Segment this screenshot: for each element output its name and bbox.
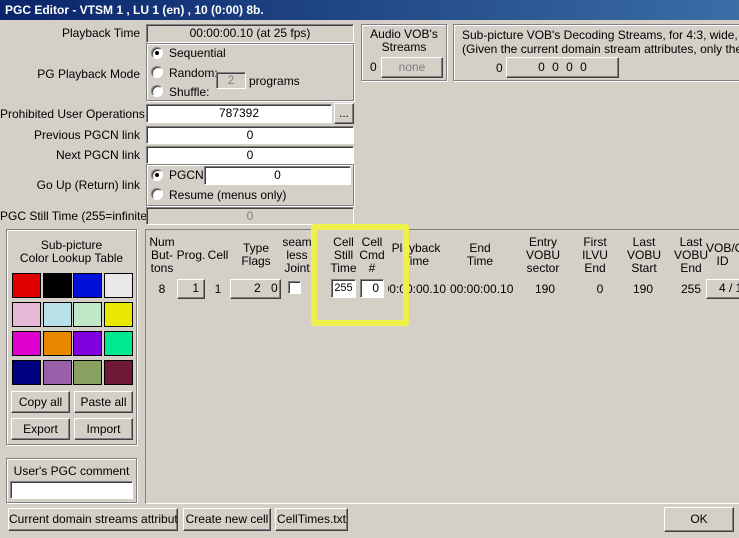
header-lstart-line3: Start [631, 261, 657, 275]
audio-streams-count: 0 [370, 60, 377, 74]
row-entry-vobu: 190 [534, 282, 556, 296]
current-domain-streams-attributes-button[interactable]: Current domain streams attributes [8, 508, 178, 531]
clut-color-swatch-8[interactable] [12, 331, 41, 356]
row-end-time: 00:00:00.10 [450, 282, 514, 296]
clut-color-swatch-9[interactable] [42, 331, 72, 356]
header-first-line3: End [584, 261, 606, 275]
prohibited-ops-field[interactable]: 787392 [146, 104, 332, 123]
programs-count-field[interactable]: 2 [216, 72, 246, 89]
clut-color-swatch-5[interactable] [42, 302, 72, 327]
next-pgcn-label: Next PGCN link [55, 148, 140, 162]
clut-color-swatch-6[interactable] [73, 302, 102, 327]
go-up-resume-radio[interactable] [151, 188, 163, 200]
previous-pgcn-field[interactable]: 0 [146, 126, 354, 144]
header-type-line2: Flags [241, 254, 271, 268]
subpicture-streams-description: Sub-picture VOB's Decoding Streams, for … [462, 28, 739, 56]
audio-streams-title-line2: Streams [381, 40, 427, 54]
clut-color-swatch-10[interactable] [73, 331, 102, 356]
clut-title-line2: Color Lookup Table [19, 251, 124, 265]
go-up-pgcn-label: PGCN [169, 168, 204, 182]
header-cell: Cell [207, 248, 229, 262]
subpicture-streams-count: 0 [496, 61, 503, 75]
subpicture-streams-button[interactable]: 0 0 0 0 [506, 57, 619, 78]
playback-time-field: 00:00:00.10 (at 25 fps) [146, 24, 354, 43]
go-up-resume-label: Resume (menus only) [169, 188, 287, 202]
row-last-vobu-start: 190 [632, 282, 654, 296]
prohibited-ops-label: Prohibited User Operations [0, 107, 145, 121]
row-seamless-checkbox[interactable] [288, 281, 301, 294]
highlight-box [311, 224, 409, 326]
row-vob-cell-id-button[interactable]: 4 / 1 [706, 279, 739, 299]
programs-label: programs [249, 74, 300, 88]
subpicture-description-line2: (Given the current domain stream attribu… [462, 42, 739, 56]
playback-time-label: Playback Time [61, 26, 140, 40]
header-last-vobu-start: Last VOBU Start [626, 236, 662, 275]
comment-label: User's PGC comment [13, 464, 130, 478]
celltimes-button[interactable]: CellTimes.txt [275, 508, 348, 531]
go-up-pgcn-field[interactable]: 0 [204, 166, 351, 185]
paste-all-button[interactable]: Paste all [74, 391, 133, 413]
header-entry-vobu: Entry VOBU sector [520, 236, 566, 275]
header-entry-line3: sector [526, 261, 560, 275]
row-type-flags-button[interactable]: 2 0 [230, 279, 281, 299]
row-type-flag-b: 0 [271, 281, 278, 295]
clut-color-swatch-4[interactable] [12, 302, 41, 327]
shuffle-radio[interactable] [151, 85, 163, 97]
clut-color-swatch-15[interactable] [103, 360, 133, 385]
header-first-ilvu: First ILVU End [577, 236, 613, 275]
clut-color-swatch-1[interactable] [42, 273, 72, 298]
header-seam-line3: Joint [284, 261, 310, 275]
clut-color-swatch-7[interactable] [103, 302, 133, 327]
header-vob-cell-id: VOB/CID [706, 242, 739, 268]
pgc-still-time-label: PGC Still Time (255=infinite) [0, 209, 152, 223]
subpicture-description-line1: Sub-picture VOB's Decoding Streams, for … [462, 28, 739, 42]
go-up-link-label: Go Up (Return) link [36, 178, 140, 192]
go-up-pgcn-radio[interactable] [151, 169, 163, 181]
clut-color-swatch-12[interactable] [12, 360, 41, 385]
sequential-label: Sequential [169, 46, 226, 60]
header-type-flags: Type Flags [236, 242, 276, 268]
row-prog-button[interactable]: 1 [177, 279, 205, 299]
row-first-ilvu: 0 [596, 282, 604, 296]
header-seamless-joint: seam less Joint [281, 236, 313, 275]
random-label: Random: [169, 66, 218, 80]
copy-all-button[interactable]: Copy all [11, 391, 70, 413]
window-title: PGC Editor - VTSM 1 , LU 1 (en) , 10 (0:… [5, 3, 264, 17]
comment-input[interactable] [10, 481, 133, 499]
random-radio[interactable] [151, 66, 163, 78]
header-last-vobu-end: Last VOBU End [673, 236, 709, 275]
clut-color-swatch-3[interactable] [103, 273, 133, 298]
header-vob-line2: ID [716, 254, 729, 268]
export-button[interactable]: Export [11, 418, 70, 440]
sequential-radio[interactable] [151, 47, 163, 59]
audio-streams-title: Audio VOB's Streams [361, 28, 447, 54]
row-type-flag-a: 2 [254, 281, 261, 295]
clut-color-swatch-14[interactable] [73, 360, 102, 385]
audio-streams-button[interactable]: none [381, 57, 443, 78]
shuffle-label: Shuffle: [169, 85, 210, 99]
import-button[interactable]: Import [74, 418, 133, 440]
ok-button[interactable]: OK [664, 507, 734, 532]
header-prog: Prog. [176, 248, 206, 262]
prohibited-ops-browse-button[interactable]: ... [334, 103, 354, 124]
pg-playback-mode-label: PG Playback Mode [37, 67, 140, 81]
row-num-buttons: 8 [158, 282, 166, 296]
clut-title: Sub-picture Color Lookup Table [6, 239, 137, 265]
clut-color-swatch-2[interactable] [73, 273, 102, 298]
row-cell: 1 [214, 282, 222, 296]
clut-color-swatch-0[interactable] [12, 273, 41, 298]
next-pgcn-field[interactable]: 0 [146, 146, 354, 164]
clut-color-swatch-11[interactable] [103, 331, 133, 356]
header-lend-line3: End [680, 261, 702, 275]
create-new-cell-button[interactable]: Create new cell [183, 508, 271, 531]
header-num-buttons: Num But-tons [144, 236, 180, 275]
pgc-still-time-field[interactable]: 0 [146, 207, 354, 225]
clut-color-swatch-13[interactable] [42, 360, 72, 385]
row-last-vobu-end: 255 [680, 282, 702, 296]
window-title-bar[interactable]: PGC Editor - VTSM 1 , LU 1 (en) , 10 (0:… [0, 0, 739, 20]
header-num-line3: tons [150, 261, 174, 275]
previous-pgcn-label: Previous PGCN link [33, 128, 140, 142]
header-end-line2: Time [466, 254, 494, 268]
header-end-time: End Time [452, 242, 508, 268]
